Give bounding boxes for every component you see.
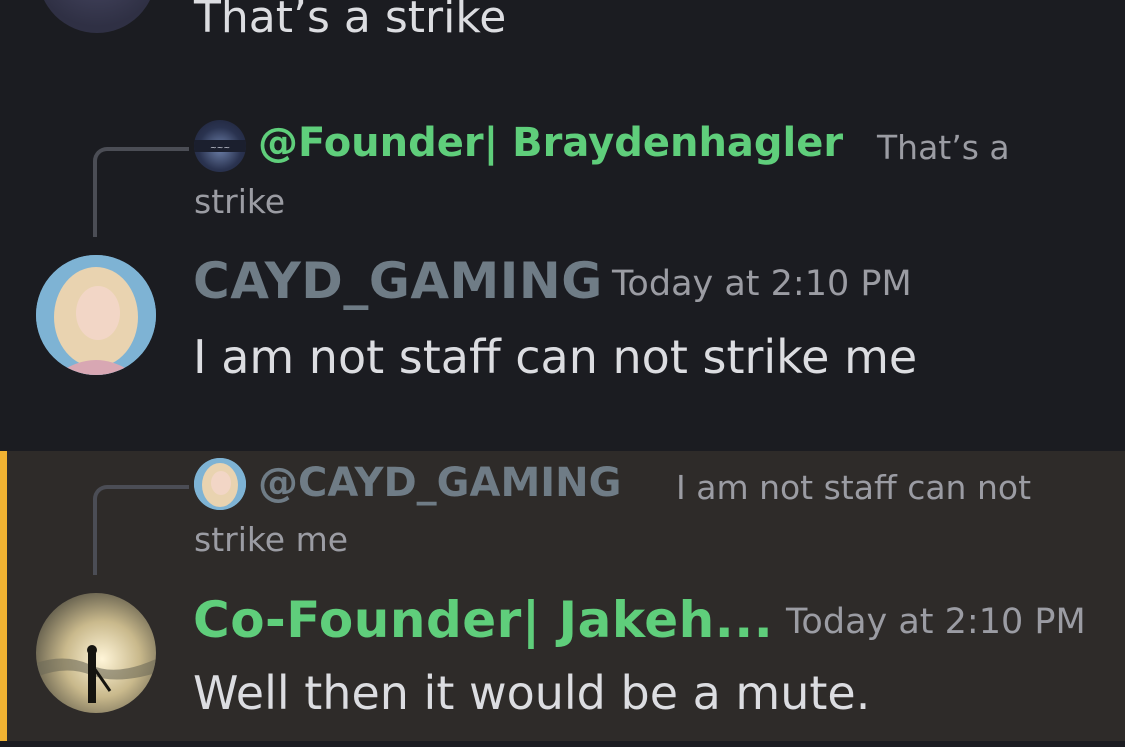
user-avatar[interactable] xyxy=(36,255,156,375)
reply-preview-text[interactable]: I am not staff can not xyxy=(676,468,1031,507)
reply-author-avatar[interactable]: ~~~ xyxy=(194,120,246,172)
mention-highlight-bar xyxy=(0,451,7,741)
timestamp: Today at 2:10 PM xyxy=(786,602,1086,642)
timestamp: Today at 2:10 PM xyxy=(612,264,912,304)
portrait-icon xyxy=(36,255,156,375)
reply-preview-text-continued[interactable]: strike xyxy=(194,182,285,221)
message-text: I am not staff can not strike me xyxy=(193,330,918,384)
reply-connector xyxy=(93,485,189,575)
chat-bottom-edge xyxy=(0,741,1125,747)
svg-text:~~~: ~~~ xyxy=(210,143,230,152)
soldier-silhouette-icon xyxy=(36,593,156,713)
message-text: Well then it would be a mute. xyxy=(193,666,871,720)
reply-author-avatar[interactable] xyxy=(194,458,246,510)
author-name[interactable]: CAYD_GAMING xyxy=(193,252,603,310)
reply-author-name[interactable]: @CAYD_GAMING xyxy=(258,460,621,506)
portrait-icon xyxy=(194,458,246,510)
reply-author-name[interactable]: @Founder| Braydenhagler xyxy=(258,120,843,166)
reply-preview-text-continued[interactable]: strike me xyxy=(194,520,348,559)
user-avatar[interactable] xyxy=(36,593,156,713)
author-name[interactable]: Co-Founder| Jakeh... xyxy=(193,591,773,649)
reply-connector xyxy=(93,147,189,237)
message-text: That’s a strike xyxy=(194,0,507,43)
reply-preview-text[interactable]: That’s a xyxy=(877,128,1010,167)
user-avatar[interactable] xyxy=(38,0,156,33)
banner-image-icon: ~~~ xyxy=(194,140,246,152)
